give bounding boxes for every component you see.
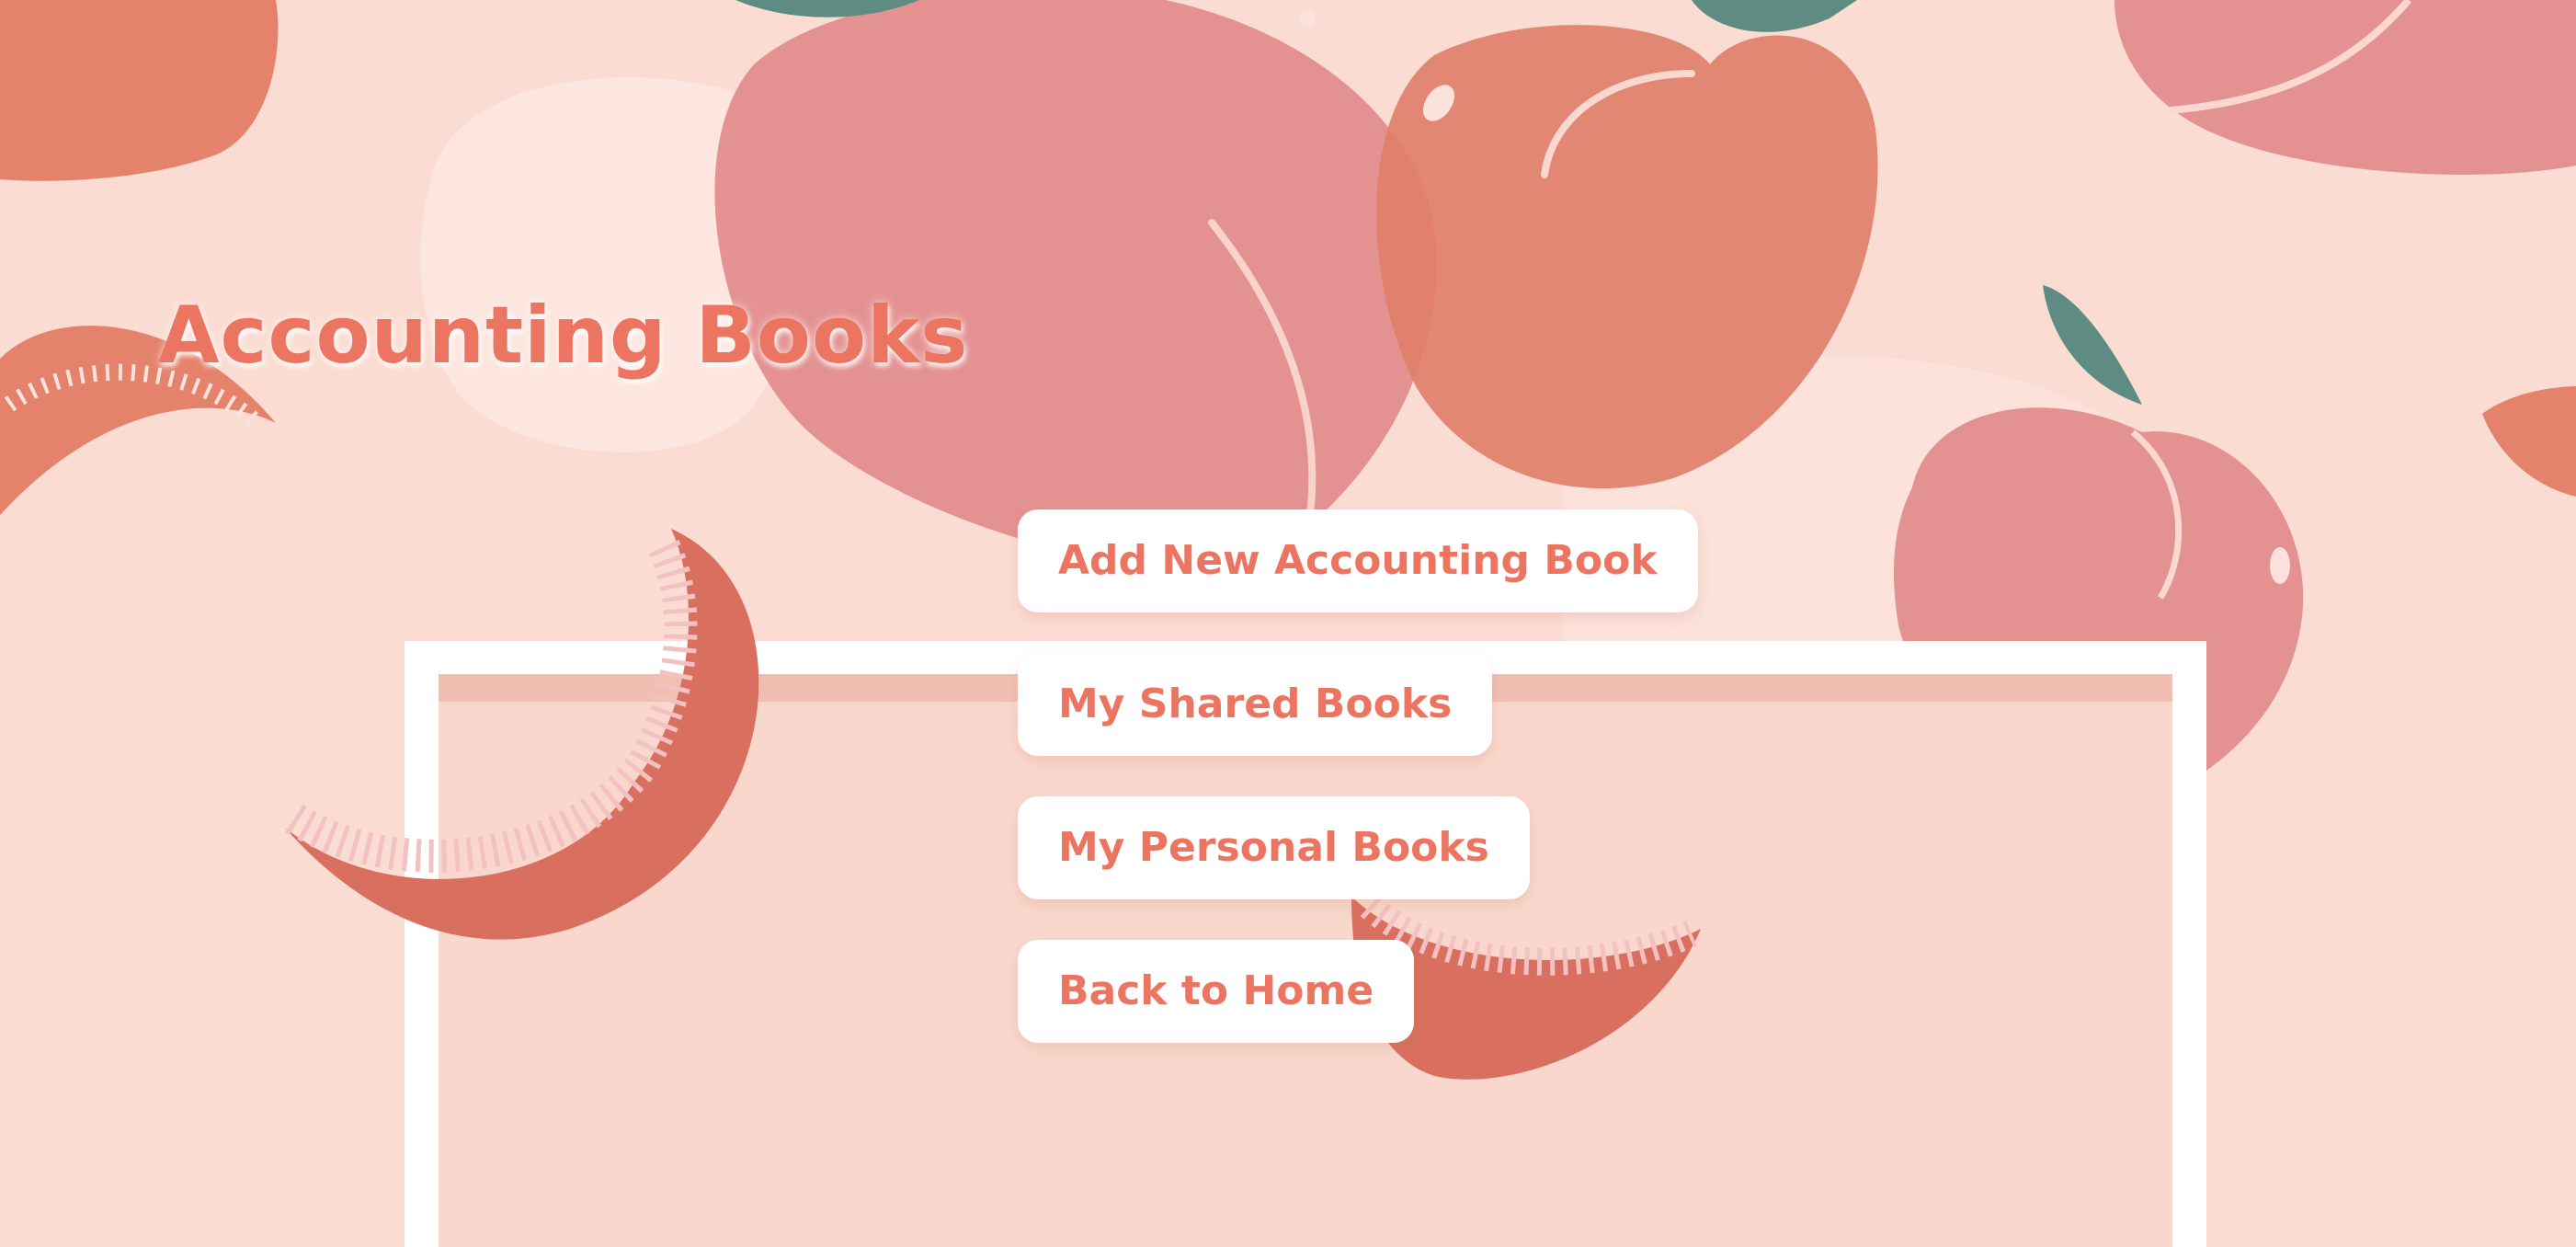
accounting-books-menu: Add New Accounting Book My Shared Books … <box>1018 509 1698 1043</box>
page-title: Accounting Books <box>158 290 969 382</box>
my-shared-books-button[interactable]: My Shared Books <box>1018 653 1493 756</box>
add-new-accounting-book-button[interactable]: Add New Accounting Book <box>1018 509 1698 612</box>
my-personal-books-button[interactable]: My Personal Books <box>1018 796 1530 899</box>
back-to-home-button[interactable]: Back to Home <box>1018 940 1415 1043</box>
